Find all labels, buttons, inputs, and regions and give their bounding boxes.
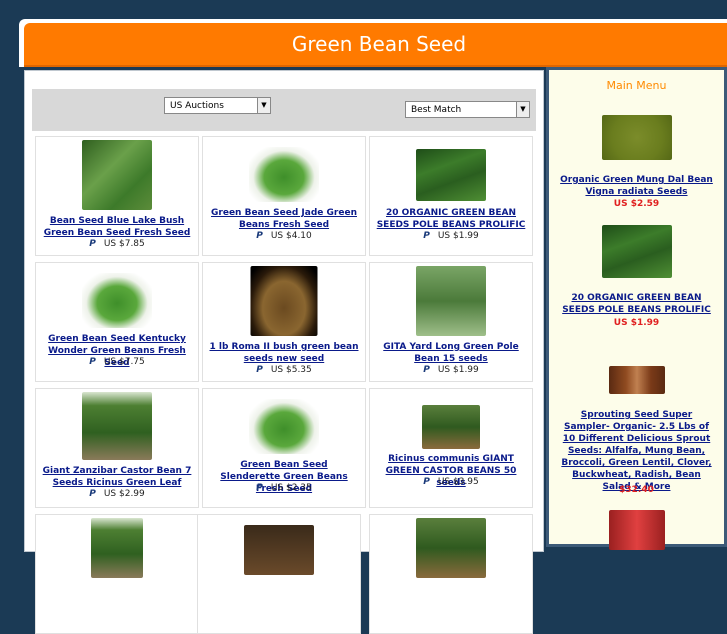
product-price: US $3.95 bbox=[437, 477, 479, 487]
product-price: US $7.85 bbox=[103, 239, 145, 249]
product-price: US $7.75 bbox=[103, 357, 145, 367]
price-row: P US $2.35 bbox=[203, 483, 365, 493]
product-image[interactable] bbox=[82, 392, 152, 460]
product-title-link[interactable]: Giant Zanzibar Castor Bean 7 Seeds Ricin… bbox=[42, 465, 192, 489]
paypal-icon: P bbox=[89, 489, 96, 499]
product-title-link[interactable]: Green Bean Seed Jade Green Beans Fresh S… bbox=[209, 207, 359, 231]
product-price: US $1.99 bbox=[437, 365, 479, 375]
product-price: US $2.35 bbox=[270, 483, 312, 493]
auctions-select[interactable]: US Auctions ▼ bbox=[164, 97, 271, 114]
sidebar-product-image[interactable] bbox=[601, 115, 672, 160]
product-card: 20 ORGANIC GREEN BEAN SEEDS POLE BEANS P… bbox=[369, 136, 533, 256]
filter-toolbar: US Auctions ▼ Best Match ▼ bbox=[32, 89, 536, 131]
product-card: Green Bean Seed Kentucky Wonder Green Be… bbox=[35, 262, 199, 382]
main-menu-heading: Main Menu bbox=[606, 79, 667, 92]
sort-select[interactable]: Best Match ▼ bbox=[405, 101, 530, 118]
product-card bbox=[369, 514, 533, 634]
product-image[interactable] bbox=[422, 405, 480, 449]
product-card bbox=[35, 514, 199, 634]
paypal-icon: P bbox=[89, 239, 96, 249]
sidebar-product-link[interactable]: 20 ORGANIC GREEN BEAN SEEDS POLE BEANS P… bbox=[559, 292, 714, 316]
sidebar-product-image[interactable] bbox=[608, 366, 665, 394]
sidebar-product-link[interactable]: Organic Green Mung Dal Bean Vigna radiat… bbox=[559, 174, 714, 198]
product-card bbox=[197, 514, 361, 634]
product-card: Ricinus communis GIANT GREEN CASTOR BEAN… bbox=[369, 388, 533, 508]
product-image[interactable] bbox=[249, 147, 319, 202]
price-row: P US $5.35 bbox=[203, 365, 365, 375]
product-image[interactable] bbox=[416, 518, 486, 578]
sort-select-value: Best Match bbox=[411, 105, 462, 115]
sidebar-product-price: US $1.99 bbox=[613, 318, 660, 328]
paypal-icon: P bbox=[256, 365, 263, 375]
product-card: Giant Zanzibar Castor Bean 7 Seeds Ricin… bbox=[35, 388, 199, 508]
product-card: Green Bean Seed Jade Green Beans Fresh S… bbox=[202, 136, 366, 256]
paypal-icon: P bbox=[256, 483, 263, 493]
price-row: P US $3.95 bbox=[370, 477, 532, 487]
product-title-link[interactable]: 20 ORGANIC GREEN BEAN SEEDS POLE BEANS P… bbox=[376, 207, 526, 231]
paypal-icon: P bbox=[423, 477, 430, 487]
main-menu-sidebar: Main Menu Organic Green Mung Dal Bean Vi… bbox=[546, 67, 727, 550]
listing-panel: US Auctions ▼ Best Match ▼ Bean Seed Blu… bbox=[24, 70, 544, 634]
product-image[interactable] bbox=[82, 140, 152, 210]
product-image[interactable] bbox=[82, 273, 152, 328]
product-image[interactable] bbox=[416, 149, 486, 201]
price-row: P US $4.10 bbox=[203, 231, 365, 241]
price-row: P US $7.85 bbox=[36, 239, 198, 249]
product-image[interactable] bbox=[250, 266, 318, 336]
product-title-link[interactable]: 1 lb Roma II bush green bean seeds new s… bbox=[209, 341, 359, 365]
sidebar-product-link[interactable]: Sprouting Seed Super Sampler- Organic- 2… bbox=[559, 409, 714, 493]
product-price: US $4.10 bbox=[270, 231, 312, 241]
product-image[interactable] bbox=[249, 399, 319, 454]
price-row: P US $1.99 bbox=[370, 365, 532, 375]
product-title-link[interactable]: GITA Yard Long Green Pole Bean 15 seeds bbox=[376, 341, 526, 365]
sidebar-product-price: US $2.59 bbox=[613, 199, 660, 209]
product-card: 1 lb Roma II bush green bean seeds new s… bbox=[202, 262, 366, 382]
chevron-down-icon[interactable]: ▼ bbox=[257, 98, 270, 113]
product-image[interactable] bbox=[91, 518, 143, 578]
paypal-icon: P bbox=[423, 365, 430, 375]
product-card: Green Bean Seed Slenderette Green Beans … bbox=[202, 388, 366, 508]
product-image[interactable] bbox=[244, 525, 314, 575]
product-title-link[interactable]: Bean Seed Blue Lake Bush Green Bean Seed… bbox=[42, 215, 192, 239]
product-card: GITA Yard Long Green Pole Bean 15 seeds … bbox=[369, 262, 533, 382]
price-row: P US $1.99 bbox=[370, 231, 532, 241]
sidebar-product-image[interactable] bbox=[601, 225, 672, 278]
page-title: Green Bean Seed bbox=[24, 23, 727, 67]
paypal-icon: P bbox=[423, 231, 430, 241]
paypal-icon: P bbox=[89, 357, 96, 367]
product-price: US $5.35 bbox=[270, 365, 312, 375]
product-image[interactable] bbox=[416, 266, 486, 336]
auctions-select-value: US Auctions bbox=[170, 101, 224, 111]
paypal-icon: P bbox=[256, 231, 263, 241]
sidebar-product-price: $32.40 bbox=[619, 485, 654, 495]
price-row: P US $2.99 bbox=[36, 489, 198, 499]
sidebar-product-image[interactable] bbox=[608, 510, 665, 550]
product-price: US $2.99 bbox=[103, 489, 145, 499]
price-row: P US $7.75 bbox=[36, 357, 198, 367]
product-price: US $1.99 bbox=[437, 231, 479, 241]
product-card: Bean Seed Blue Lake Bush Green Bean Seed… bbox=[35, 136, 199, 256]
chevron-down-icon[interactable]: ▼ bbox=[516, 102, 529, 117]
